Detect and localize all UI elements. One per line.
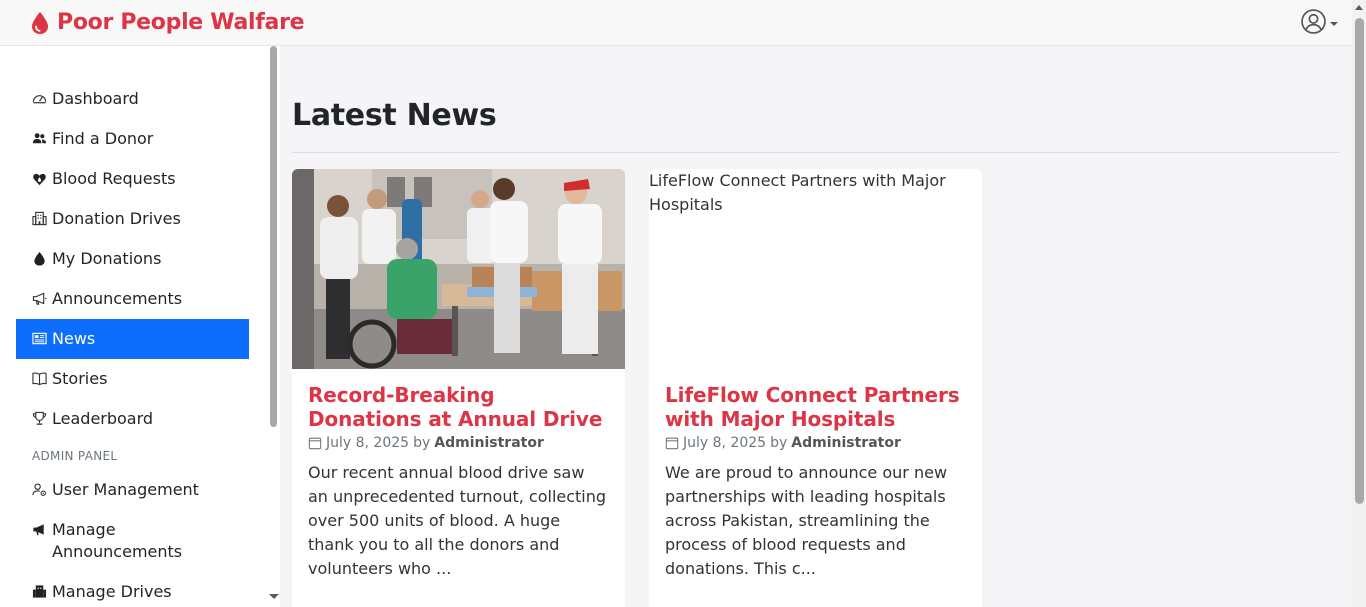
sidebar-item-label: Blood Requests [52,169,176,188]
sidebar-item-blood-requests[interactable]: Blood Requests [16,159,249,199]
news-card-title[interactable]: LifeFlow Connect Partners with Major Hos… [665,383,966,431]
brand-link[interactable]: Poor People Walfare [30,10,305,35]
news-card-date: July 8, 2025 [683,435,767,451]
news-card-excerpt: We are proud to announce our new partner… [665,463,948,578]
sidebar-item-manage-announcements[interactable]: Manage Announcements [16,510,249,572]
news-card-body: LifeFlow Connect Partners with Major Hos… [649,369,982,581]
sidebar-item-label: Manage Drives [52,582,172,601]
user-menu-dropdown[interactable] [1301,9,1338,34]
page-title: Latest News [292,98,497,133]
sidebar-item-label: Announcements [52,289,183,308]
sidebar-item-news[interactable]: News [16,319,249,359]
sidebar-item-user-management[interactable]: User Management [16,470,249,510]
speedometer-icon [32,95,47,104]
news-card-by: by [770,435,788,451]
building-icon [32,211,47,226]
calendar-icon [665,437,679,450]
sidebar-item-my-donations[interactable]: My Donations [16,239,249,279]
sidebar-item-label: Dashboard [52,89,139,108]
sidebar-item-label: Leaderboard [52,409,154,428]
sidebar-scrollbar[interactable] [269,46,279,607]
news-card-meta: July 8, 2025 by Administrator [308,433,609,453]
brand-name: Poor People Walfare [57,10,305,35]
sidebar-item-label: Find a Donor [52,129,154,148]
megaphone-icon [32,292,47,305]
person-gear-icon [32,483,46,496]
news-card-image [292,169,625,369]
megaphone-fill-icon [33,524,44,536]
news-card: LifeFlow Connect Partners with Major Hos… [649,169,982,607]
news-card-title[interactable]: Record-Breaking Donations at Annual Driv… [308,383,609,431]
user-avatar-icon [1301,9,1326,34]
news-card-excerpt: Our recent annual blood drive saw an unp… [308,463,607,578]
sidebar-item-label: Stories [52,369,108,388]
sidebar-item-dashboard[interactable]: Dashboard [16,79,249,119]
news-card-body: Record-Breaking Donations at Annual Driv… [292,369,625,581]
people-icon [32,133,47,144]
chevron-down-icon [1330,21,1338,26]
news-card: Record-Breaking Donations at Annual Driv… [292,169,625,607]
news-card-author: Administrator [791,435,901,451]
sidebar-item-announcements[interactable]: Announcements [16,279,249,319]
sidebar-item-find-donor[interactable]: Find a Donor [16,119,249,159]
sidebar-item-label: Manage Announcements [52,520,183,561]
top-navbar: Poor People Walfare [0,0,1352,46]
sidebar-nav: Dashboard Find a Donor Blood Requests Do… [16,79,249,607]
sidebar-item-label: User Management [52,480,199,499]
sidebar-item-leaderboard[interactable]: Leaderboard [16,399,249,439]
sidebar-item-manage-drives[interactable]: Manage Drives [16,572,249,607]
droplet-icon [34,251,45,266]
main-content: Latest News Record-Breaking Donations at… [280,46,1352,607]
sidebar-item-donation-drives[interactable]: Donation Drives [16,199,249,239]
newspaper-icon [32,332,47,345]
heart-drop-icon [33,173,46,186]
news-card-meta: July 8, 2025 by Administrator [665,433,966,453]
sidebar-scrollbar-thumb[interactable] [270,46,277,427]
calendar-icon [308,437,322,450]
page-scrollbar-thumb[interactable] [1355,18,1364,504]
admin-panel-heading: ADMIN PANEL [32,449,118,463]
sidebar: Dashboard Find a Donor Blood Requests Do… [0,46,280,607]
sidebar-item-stories[interactable]: Stories [16,359,249,399]
sidebar-item-label: News [52,329,96,348]
sidebar-item-label: Donation Drives [52,209,181,228]
scroll-up-arrow-icon[interactable] [1355,5,1363,10]
news-card-date: July 8, 2025 [326,435,410,451]
scroll-down-arrow-icon[interactable] [269,594,279,599]
building-fill-icon [32,585,47,598]
book-icon [32,372,47,386]
sidebar-item-label: My Donations [52,249,162,268]
blood-drop-icon [32,11,48,34]
trophy-icon [32,411,47,425]
broken-image-alt-text: LifeFlow Connect Partners with Major Hos… [649,171,946,214]
news-card-author: Administrator [434,435,544,451]
page-scrollbar[interactable] [1352,0,1366,607]
title-divider [292,152,1339,153]
news-card-by: by [413,435,431,451]
